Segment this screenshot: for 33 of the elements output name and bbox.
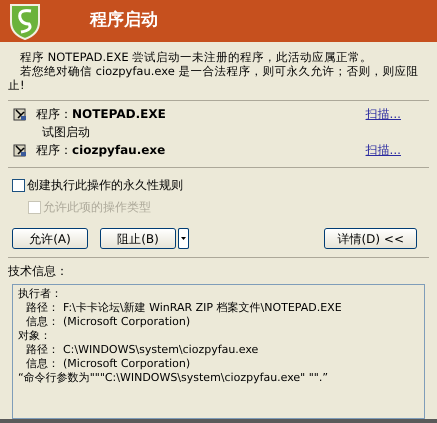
program-icon: [12, 106, 28, 122]
tech-info-title: 技术信息：: [7, 263, 69, 280]
checkbox-label: 允许此项的操作类型: [43, 199, 151, 216]
section-heading: 执行者：: [18, 287, 63, 301]
program-label: 程序：: [36, 142, 72, 159]
caret-icon: [181, 237, 186, 240]
logo-icon: [8, 2, 42, 40]
dropdown-button[interactable]: [178, 228, 189, 249]
scan-link[interactable]: 扫描...: [366, 105, 401, 123]
command-line-text: “命令行参数为"""C:\WINDOWS\system\ciozpyfau.exe" "".”: [18, 371, 330, 385]
checkbox-label: 创建执行此操作的永久性规则: [27, 177, 183, 194]
field-label: 路径：: [26, 301, 59, 315]
section-heading: 对象：: [18, 329, 52, 343]
block-button[interactable]: 阻止(B): [100, 228, 176, 249]
field-value: C:\WINDOWS\system\ciozpyfau.exe: [63, 343, 258, 357]
program-label: 程序：: [36, 106, 72, 123]
action-text: 试图启动: [42, 124, 91, 139]
program-name: ciozpyfau.exe: [72, 142, 166, 159]
program-name: NOTEPAD.EXE: [72, 106, 166, 123]
field-value: F:\卡卡论坛\新建 WinRAR ZIP 档案文件\NOTEPAD.EXE: [63, 301, 342, 315]
details-button[interactable]: 详情(D) <<: [324, 228, 417, 249]
intro-text: 程序 NOTEPAD.EXE 尝试启动一未注册的程序，此活动应属正常。: [19, 50, 374, 64]
header-title: 程序启动: [90, 9, 158, 32]
field-value: (Microsoft Corporation): [63, 315, 190, 329]
intro-text: 若您绝对确信 ciozpyfau.exe 是一合法程序，则可永久允许；否则，则应阻止!: [8, 64, 420, 92]
field-label: 路径：: [26, 343, 59, 357]
checkbox[interactable]: [12, 178, 25, 192]
scan-link[interactable]: 扫描...: [366, 141, 401, 159]
field-label: 信息：: [26, 315, 59, 329]
field-label: 信息：: [26, 357, 59, 371]
allow-button[interactable]: 允许(A): [12, 228, 88, 249]
field-value: (Microsoft Corporation): [63, 357, 190, 371]
program-icon: [12, 142, 28, 158]
